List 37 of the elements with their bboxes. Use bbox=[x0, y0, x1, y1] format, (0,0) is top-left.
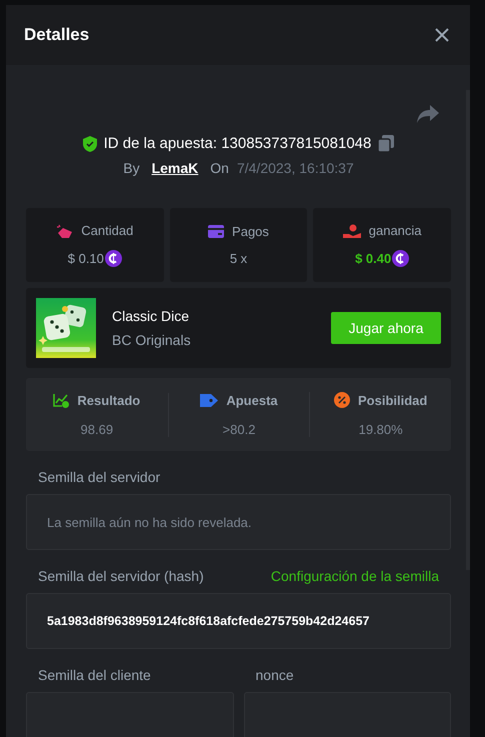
result-label: Apuesta bbox=[226, 392, 278, 408]
field-label: Semilla del servidor (hash) bbox=[38, 568, 204, 584]
dialog-title: Detalles bbox=[24, 25, 90, 45]
hash-value: 5a1983d8f9638959124fc8f618afcfede275759b42d24657 bbox=[47, 614, 370, 628]
by-label: By bbox=[123, 160, 140, 176]
user-link[interactable]: LemaK bbox=[152, 160, 198, 176]
field-label: Semilla del servidor bbox=[38, 469, 160, 485]
percent-icon bbox=[334, 392, 350, 408]
stat-label: Pagos bbox=[232, 224, 269, 239]
game-provider: BC Originals bbox=[112, 332, 192, 348]
result-value: >80.2 bbox=[222, 422, 256, 436]
stat-value: 5 x bbox=[230, 251, 248, 266]
result-value: 19.80% bbox=[358, 422, 403, 437]
game-title: Classic Dice bbox=[112, 308, 190, 324]
close-button[interactable] bbox=[434, 27, 450, 43]
result-label: Resultado bbox=[77, 392, 140, 408]
coin-icon bbox=[392, 250, 410, 267]
stat-label: ganancia bbox=[368, 223, 422, 238]
shield-check-icon bbox=[82, 136, 97, 152]
result-label: Posibilidad bbox=[358, 392, 428, 408]
stat-label: Cantidad bbox=[81, 223, 134, 238]
copy-icon[interactable] bbox=[378, 135, 394, 152]
bet-id: ID de la apuesta: 130853737815081048 bbox=[104, 135, 372, 152]
tag-icon bbox=[200, 394, 218, 406]
share-icon[interactable] bbox=[417, 105, 439, 123]
result-value: 98.69 bbox=[80, 422, 114, 436]
chart-check-icon bbox=[53, 392, 70, 408]
coin-icon bbox=[104, 250, 122, 267]
field-label: nonce bbox=[256, 667, 294, 683]
card-icon bbox=[208, 225, 224, 238]
on-label: On bbox=[210, 160, 229, 176]
stat-value: $ 0.40 bbox=[355, 251, 392, 266]
stat-value: $ 0.10 bbox=[68, 251, 104, 266]
bet-date: 7/4/2023, 16:10:37 bbox=[236, 160, 354, 176]
seed-message: La semilla aún no ha sido revelada. bbox=[47, 514, 252, 530]
seed-settings-link[interactable]: Configuración de la semilla bbox=[270, 568, 439, 584]
field-label: Semilla del cliente bbox=[38, 667, 151, 683]
